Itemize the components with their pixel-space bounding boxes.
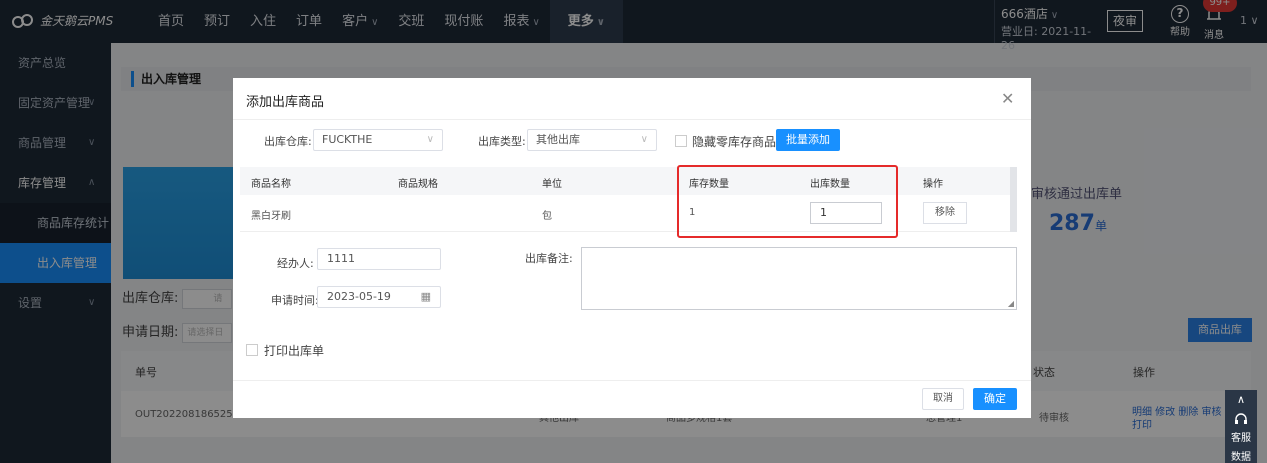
apply-time-value: 2023-05-19 [327, 290, 391, 303]
type-label: 出库类型: [478, 135, 526, 148]
print-label: 打印出库单 [264, 344, 325, 358]
confirm-button[interactable]: 确定 [973, 388, 1017, 410]
remark-textarea[interactable]: ◢ [581, 247, 1017, 310]
apply-time-input[interactable]: 2023-05-19 ▦ [317, 286, 441, 308]
type-select[interactable]: 其他出库 ∨ [527, 129, 657, 151]
cell-goods-name: 黑白牙刷 [251, 211, 291, 222]
service-label: 客服 [1231, 433, 1251, 444]
column-header: 单位 [542, 179, 562, 190]
resize-grip-icon: ◢ [1007, 299, 1014, 308]
print-checkbox[interactable] [246, 344, 258, 356]
add-out-goods-dialog: 添加出库商品 ✕ 出库仓库: FUCKTHE ∨ 出库类型: 其他出库 ∨ 隐藏零库… [233, 78, 1031, 418]
type-value: 其他出库 [536, 133, 580, 146]
hide-zero-checkbox[interactable] [675, 135, 687, 147]
column-header: 操作 [923, 179, 943, 190]
customer-service-float[interactable]: ∧ 客服 数据 [1225, 390, 1257, 463]
goods-grid-header: 商品名称 商品规格 单位 库存数量 出库数量 操作 [240, 167, 1017, 195]
cancel-button[interactable]: 取消 [922, 388, 964, 410]
cell-unit: 包 [542, 211, 552, 222]
table-row: 黑白牙刷 包 1 1 移除 [240, 195, 1017, 232]
batch-add-button[interactable]: 批量添加 [776, 129, 840, 151]
highlight-box [677, 165, 898, 238]
data-label: 数据 [1231, 452, 1251, 463]
divider [233, 380, 1031, 381]
remove-button[interactable]: 移除 [923, 202, 967, 224]
warehouse-value: FUCKTHE [322, 133, 373, 146]
hide-zero-label: 隐藏零库存商品 [692, 135, 777, 149]
chevron-down-icon: ∨ [426, 134, 434, 145]
calendar-icon: ▦ [420, 290, 431, 303]
close-icon[interactable]: ✕ [1001, 89, 1014, 108]
headset-icon [1235, 413, 1247, 424]
handler-label: 经办人: [277, 257, 314, 270]
warehouse-label: 出库仓库: [264, 135, 312, 148]
grid-scrollbar[interactable] [1010, 167, 1017, 232]
column-header: 商品规格 [398, 179, 438, 190]
apply-time-label: 申请时间: [271, 294, 319, 307]
chevron-up-icon: ∧ [1236, 393, 1246, 406]
remark-label: 出库备注: [525, 252, 573, 265]
chevron-down-icon: ∨ [640, 134, 648, 145]
warehouse-select[interactable]: FUCKTHE ∨ [313, 129, 443, 151]
handler-input[interactable]: 1111 [317, 248, 441, 270]
column-header: 商品名称 [251, 179, 291, 190]
divider [233, 119, 1031, 120]
dialog-title: 添加出库商品 [246, 95, 325, 110]
